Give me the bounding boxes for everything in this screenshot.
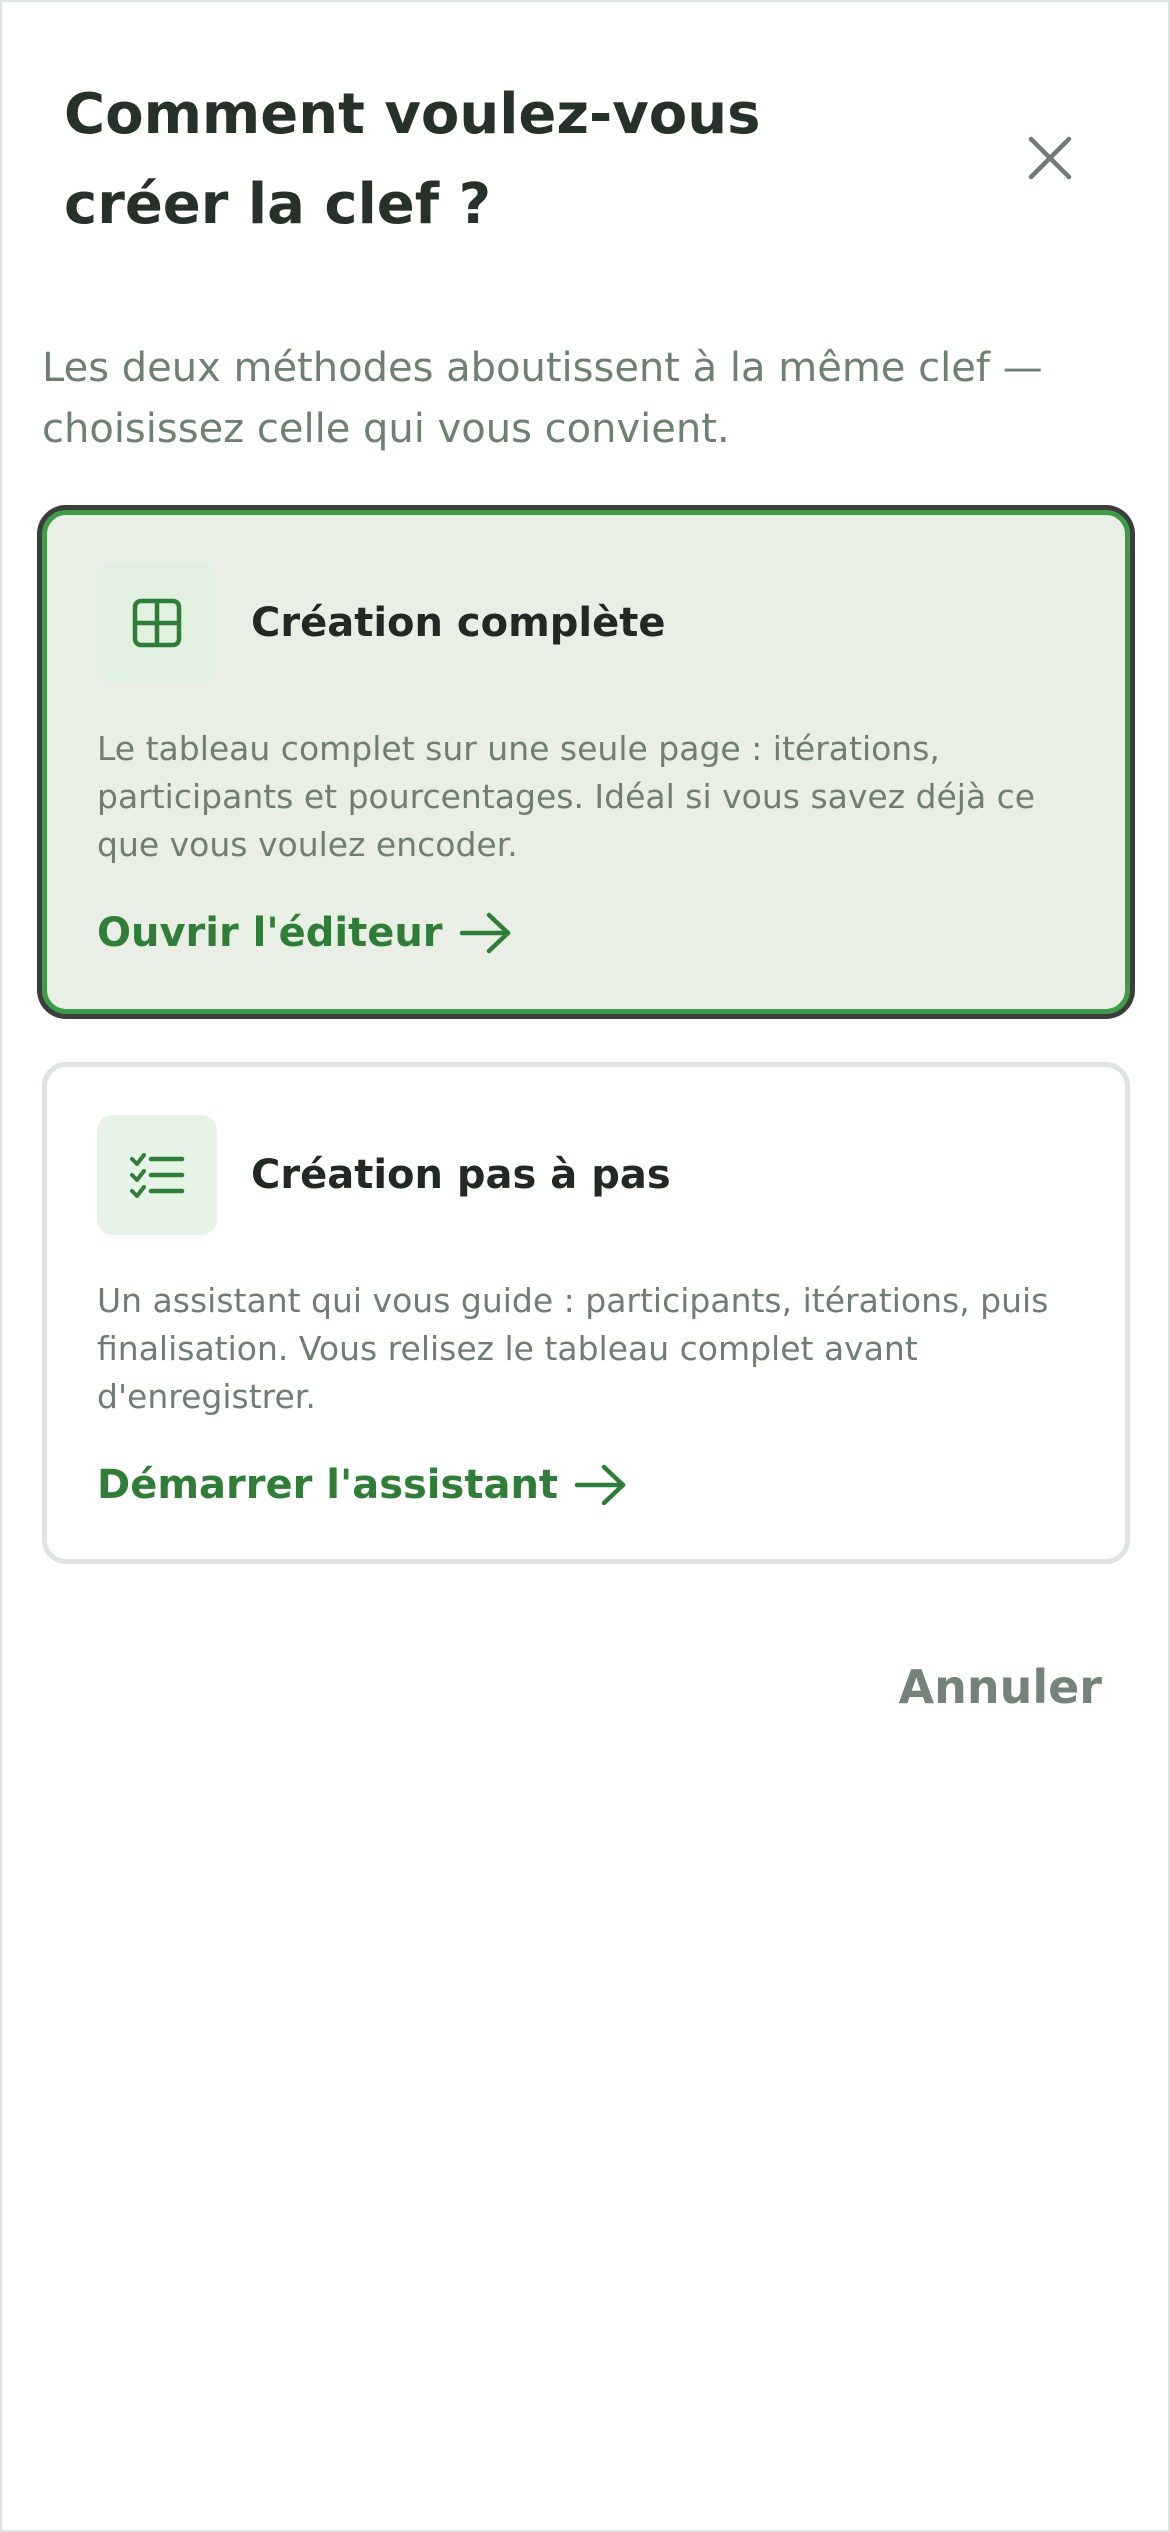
open-editor-link-label: Ouvrir l'éditeur bbox=[97, 910, 443, 956]
close-icon bbox=[1028, 136, 1072, 180]
close-button[interactable] bbox=[1012, 120, 1088, 196]
option-icon-container bbox=[97, 563, 217, 683]
option-title: Création complète bbox=[251, 600, 666, 646]
option-icon-container bbox=[97, 1115, 217, 1235]
dialog-title: Comment voulez-vous créer la clef ? bbox=[64, 82, 761, 237]
open-editor-link[interactable]: Ouvrir l'éditeur bbox=[97, 905, 513, 961]
option-description: Le tableau complet sur une seule page : … bbox=[97, 729, 1036, 864]
dialog-subtitle: Les deux méthodes aboutissent à la même … bbox=[42, 345, 1043, 452]
cancel-button[interactable]: Annuler bbox=[882, 1652, 1103, 1722]
arrow-right-icon bbox=[574, 1464, 626, 1506]
checklist-icon bbox=[130, 1153, 185, 1198]
option-card-step-by-step[interactable]: Création pas à pas Un assistant qui vous… bbox=[42, 1062, 1130, 1564]
option-card-full-creation[interactable]: Création complète Le tableau complet sur… bbox=[42, 510, 1130, 1014]
option-description: Un assistant qui vous guide : participan… bbox=[97, 1281, 1049, 1416]
start-wizard-link[interactable]: Démarrer l'assistant bbox=[97, 1457, 628, 1513]
option-title: Création pas à pas bbox=[251, 1152, 671, 1198]
start-wizard-link-label: Démarrer l'assistant bbox=[97, 1462, 559, 1508]
arrow-right-icon bbox=[459, 912, 510, 954]
dialog-sheet: Comment voulez-vous créer la clef ? Les … bbox=[0, 0, 1170, 2532]
grid-table-icon bbox=[132, 598, 182, 648]
